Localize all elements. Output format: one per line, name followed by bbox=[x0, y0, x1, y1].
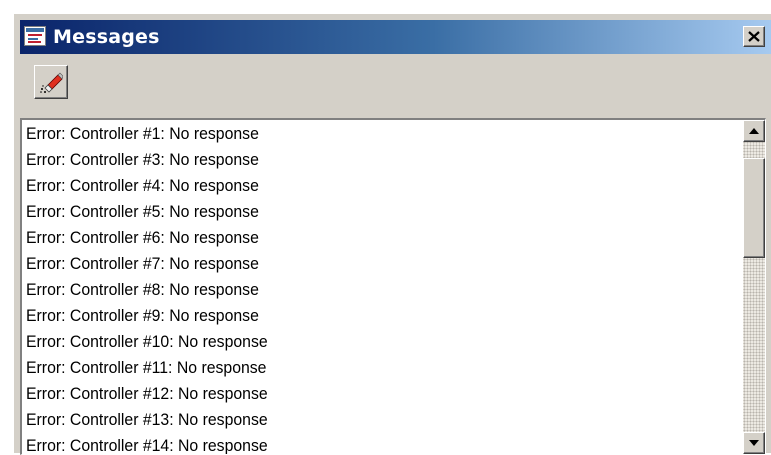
message-item[interactable]: Error: Controller #13: No response bbox=[26, 407, 268, 433]
close-button[interactable] bbox=[743, 26, 765, 47]
clear-messages-button[interactable] bbox=[34, 65, 68, 99]
scroll-thumb[interactable] bbox=[743, 158, 765, 258]
title-bar[interactable]: Messages bbox=[20, 20, 771, 54]
message-item[interactable]: Error: Controller #10: No response bbox=[26, 329, 268, 355]
message-item[interactable]: Error: Controller #9: No response bbox=[26, 303, 268, 329]
scroll-down-arrow-icon bbox=[749, 440, 759, 446]
message-item[interactable]: Error: Controller #7: No response bbox=[26, 251, 268, 277]
messages-window: Messages Error: Controller #1: No respon… bbox=[12, 12, 771, 455]
message-item[interactable]: Error: Controller #1: No response bbox=[26, 121, 268, 147]
message-item[interactable]: Error: Controller #5: No response bbox=[26, 199, 268, 225]
message-item[interactable]: Error: Controller #4: No response bbox=[26, 173, 268, 199]
message-list-panel[interactable]: Error: Controller #1: No response Error: … bbox=[20, 118, 766, 455]
message-item[interactable]: Error: Controller #6: No response bbox=[26, 225, 268, 251]
scroll-down-button[interactable] bbox=[743, 432, 765, 454]
message-list[interactable]: Error: Controller #1: No response Error: … bbox=[26, 121, 286, 454]
message-item[interactable]: Error: Controller #3: No response bbox=[26, 147, 268, 173]
vertical-scrollbar[interactable] bbox=[743, 120, 765, 454]
scroll-up-button[interactable] bbox=[743, 120, 765, 142]
close-icon bbox=[748, 31, 760, 42]
window-title: Messages bbox=[53, 26, 160, 48]
message-item[interactable]: Error: Controller #8: No response bbox=[26, 277, 268, 303]
messages-window-icon bbox=[24, 26, 46, 46]
message-item[interactable]: Error: Controller #11: No response bbox=[26, 355, 268, 381]
message-item[interactable]: Error: Controller #12: No response bbox=[26, 381, 268, 407]
eraser-clear-icon bbox=[40, 72, 63, 93]
scroll-up-arrow-icon bbox=[749, 128, 759, 134]
message-item[interactable]: Error: Controller #14: No response bbox=[26, 433, 268, 454]
